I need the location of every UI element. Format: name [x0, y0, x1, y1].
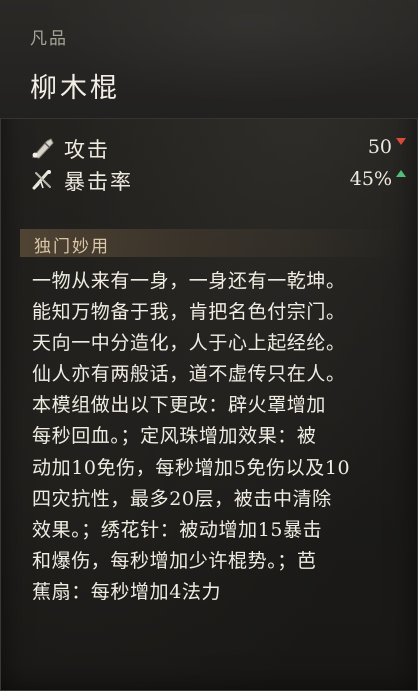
description-line: 每秒回血。；定风珠增加效果：被: [32, 425, 317, 448]
stat-row-attack: 攻击 50: [30, 134, 410, 164]
description-line: 本模组做出以下更改：辟火罩增加: [32, 394, 327, 417]
description-line: 蕉扇：每秒增加4法力: [32, 580, 222, 603]
stat-value-attack: 50: [367, 136, 392, 158]
section-header: 独门妙用: [20, 229, 404, 257]
description-line: 一物从来有一身，一身还有一乾坤。: [32, 270, 346, 292]
staff-attack-icon: [30, 136, 56, 160]
description-line: 动加10免伤，每秒增加5免伤以及10: [32, 456, 351, 479]
item-tooltip: 凡品 柳木棍 攻击 50 暴击率 45% 独门妙用 一物从来有一身，一身还有一乾…: [0, 0, 418, 691]
item-rarity: 凡品: [30, 29, 68, 49]
item-name: 柳木棍: [30, 73, 120, 104]
section-title: 独门妙用: [34, 237, 110, 257]
trend-up-icon: [396, 170, 406, 177]
stat-label-crit-rate: 暴击率: [64, 170, 133, 194]
trend-down-icon: [396, 138, 406, 145]
stat-row-crit-rate: 暴击率 45%: [30, 166, 410, 196]
description-line: 四灾抗性，最多20层，被击中清除: [32, 487, 332, 510]
tooltip-header: 凡品 柳木棍: [0, 0, 418, 119]
description-line: 和爆伤，每秒增加少许棍势。；芭: [32, 549, 317, 572]
description-line: 天向一中分造化，人于心上起经纶。: [32, 332, 346, 355]
item-description: 一物从来有一身，一身还有一乾坤。 能知万物备于我，肯把名色付宗门。 天向一中分造…: [32, 266, 400, 608]
description-line: 效果。；绣花针：被动增加15暴击: [32, 518, 323, 541]
description-line: 能知万物备于我，肯把名色付宗门。: [32, 301, 346, 324]
crit-rate-icon: [30, 168, 56, 192]
description-line: 仙人亦有两般话，道不虚传只在人。: [32, 363, 346, 386]
stat-value-crit-rate: 45%: [349, 168, 392, 190]
stat-label-attack: 攻击: [64, 138, 110, 162]
